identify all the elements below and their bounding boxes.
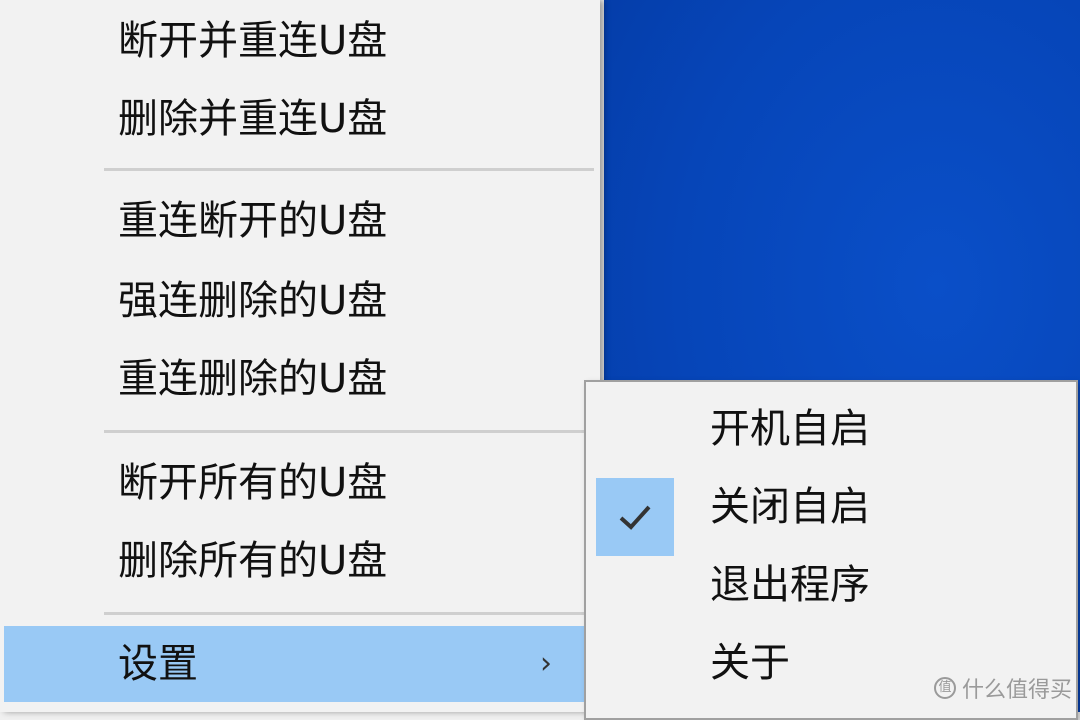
menu-separator [104, 612, 594, 615]
checkmark-icon [619, 505, 651, 530]
watermark: 值 什么值得买 [933, 672, 1072, 704]
menu-item-reconnect-disconnected[interactable]: 重连断开的U盘 [0, 182, 600, 260]
submenu-item-label: 关闭自启 [710, 484, 870, 530]
menu-item-label: 重连删除的U盘 [118, 356, 388, 402]
menu-item-label: 断开所有的U盘 [118, 460, 388, 506]
checkmark-highlight [596, 478, 674, 556]
menu-item-label: 断开并重连U盘 [118, 18, 388, 64]
menu-item-delete-all[interactable]: 删除所有的U盘 [0, 522, 600, 600]
context-menu: 断开并重连U盘 删除并重连U盘 重连断开的U盘 强连删除的U盘 重连删除的U盘 … [0, 0, 600, 712]
menu-item-label: 重连断开的U盘 [118, 198, 388, 244]
menu-item-disconnect-all[interactable]: 断开所有的U盘 [0, 444, 600, 522]
menu-separator [104, 168, 594, 171]
submenu-item-exit[interactable]: 退出程序 [586, 546, 1076, 624]
menu-item-force-connect-deleted[interactable]: 强连删除的U盘 [0, 262, 600, 340]
menu-item-delete-reconnect[interactable]: 删除并重连U盘 [0, 80, 600, 158]
menu-item-reconnect-deleted[interactable]: 重连删除的U盘 [0, 340, 600, 418]
settings-submenu: 开机自启 关闭自启 退出程序 关于 [584, 380, 1078, 720]
menu-item-label: 删除并重连U盘 [118, 96, 388, 142]
menu-item-label: 强连删除的U盘 [118, 278, 388, 324]
menu-separator [104, 430, 594, 433]
submenu-item-label: 开机自启 [710, 406, 870, 452]
submenu-item-autostart-on[interactable]: 开机自启 [586, 390, 1076, 468]
submenu-item-label: 关于 [710, 640, 790, 686]
chevron-right-icon: › [540, 646, 552, 681]
submenu-item-autostart-off[interactable]: 关闭自启 [586, 468, 1076, 556]
menu-item-label: 设置 [118, 641, 198, 687]
watermark-text: 什么值得买 [961, 678, 1072, 703]
menu-item-disconnect-reconnect[interactable]: 断开并重连U盘 [0, 2, 600, 80]
watermark-logo-icon: 值 [933, 677, 956, 699]
submenu-item-label: 退出程序 [710, 562, 870, 608]
menu-item-label: 删除所有的U盘 [118, 538, 388, 584]
menu-item-settings[interactable]: 设置 › [0, 626, 600, 702]
